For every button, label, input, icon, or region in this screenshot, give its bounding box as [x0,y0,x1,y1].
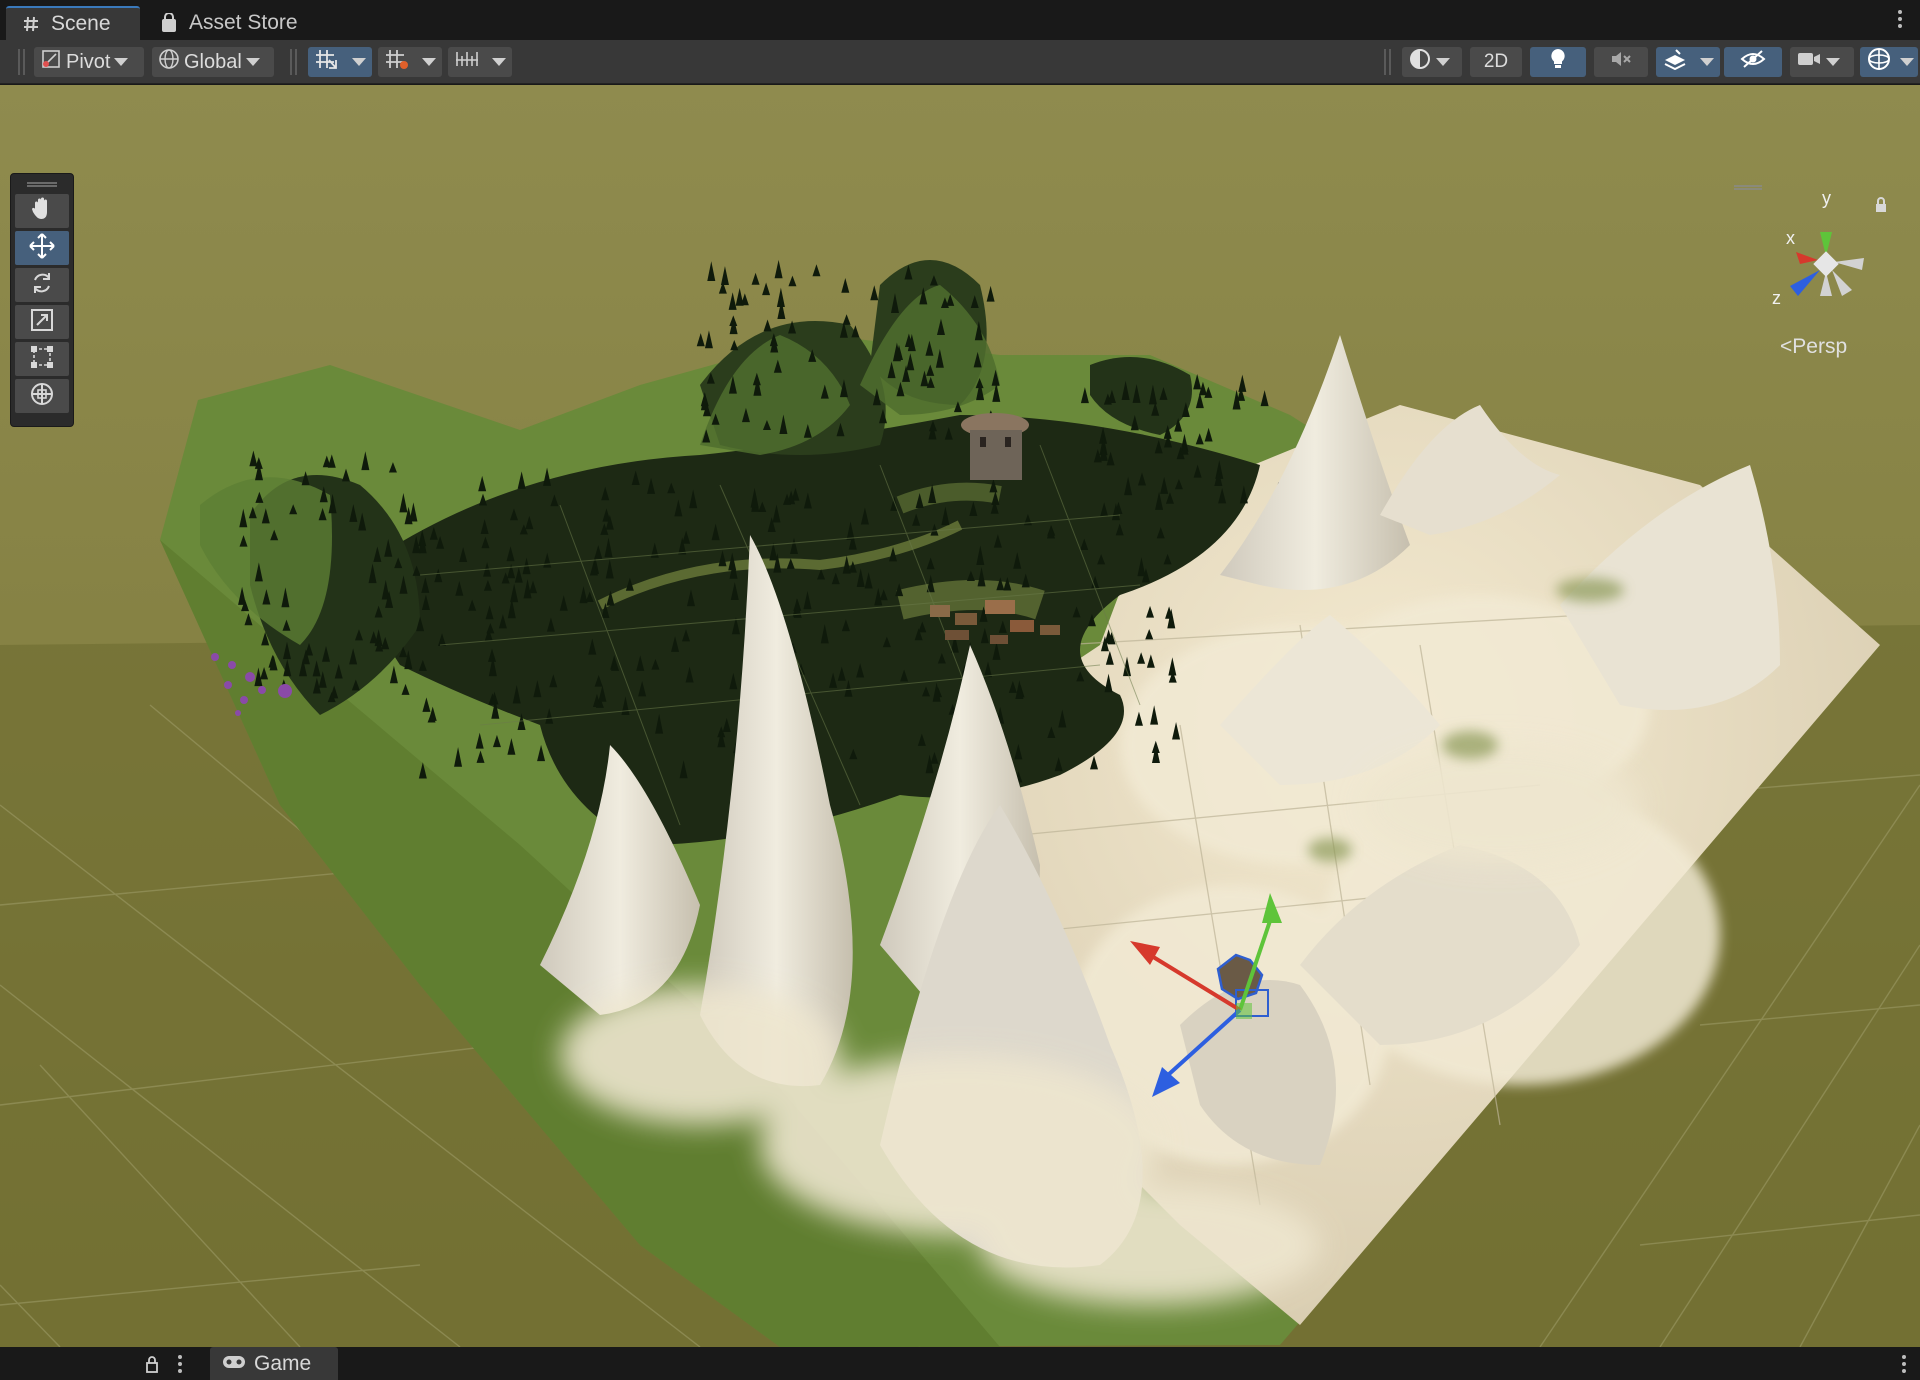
scene-visibility-icon [1739,48,1767,76]
shopping-bag-icon [158,12,180,34]
grid-icon [384,48,410,76]
tab-asset-store-label: Asset Store [189,11,298,34]
rect-transform-icon [29,344,55,375]
chevron-down-icon [1436,58,1450,66]
gizmos-dropdown[interactable] [1896,47,1918,77]
increment-snap-dropdown[interactable] [486,47,512,77]
gizmos-toggle[interactable] [1860,47,1898,77]
toolbar-grip[interactable] [1384,49,1391,75]
chevron-down-icon [422,58,436,66]
gizmo-y-label[interactable]: y [1822,188,1831,208]
increment-snap-toggle[interactable] [448,47,486,77]
scale-icon [29,307,55,338]
lighting-toggle[interactable] [1530,47,1586,77]
tab-game-label: Game [254,1351,312,1375]
gizmo-overlay-grip[interactable] [1734,185,1762,190]
grid-snapping-toggle[interactable] [308,47,346,77]
lighting-icon [1548,47,1568,77]
global-label: Global [184,50,242,73]
toolbar-grip[interactable] [18,49,25,75]
rotate-tool-button[interactable] [15,268,69,302]
tools-overlay-grip[interactable] [27,182,57,187]
scene-viewport[interactable]: y x z <Persp [0,85,1920,1347]
toolbar-grip[interactable] [290,49,297,75]
panel-options-kebab-icon[interactable] [178,1355,182,1373]
panel-options-kebab-icon[interactable] [1902,1355,1906,1373]
chevron-down-icon [352,58,366,66]
globe-icon [158,48,180,76]
chevron-down-icon [1700,58,1714,66]
editor-tab-bar: Scene Asset Store [0,0,1920,40]
hand-icon [29,196,55,227]
scale-tool-button[interactable] [15,305,69,339]
effects-dropdown[interactable] [1694,47,1720,77]
lock-icon[interactable] [145,1355,159,1378]
chevron-down-icon [492,58,506,66]
bottom-tab-bar: Game [0,1347,1920,1380]
scene-toolbar: Pivot Global 2D [0,40,1920,84]
gizmos-icon [1866,46,1892,78]
transform-tool-button[interactable] [15,379,69,413]
camera-settings-dropdown[interactable] [1790,47,1854,77]
increment-snap-icon [454,48,480,76]
pivot-icon [40,48,62,76]
chevron-down-icon [245,58,260,66]
view-tool-button[interactable] [15,194,69,228]
grid-visibility-dropdown[interactable] [416,47,442,77]
tab-game[interactable]: Game [210,1347,338,1380]
tab-scene[interactable]: Scene [6,6,140,40]
pivot-label: Pivot [66,50,111,73]
shading-mode-icon [1408,47,1432,77]
scene-hash-icon [20,13,42,35]
tab-options-kebab-icon[interactable] [1898,10,1906,32]
global-dropdown[interactable]: Global [152,47,274,77]
camera-icon [1796,49,1822,75]
audio-toggle[interactable] [1594,47,1648,77]
terrain-scene[interactable] [0,85,1920,1347]
watch-tower [961,413,1029,480]
snap-grid-icon [314,48,340,76]
shading-mode-dropdown[interactable] [1402,47,1462,77]
chevron-down-icon [1826,58,1840,66]
tab-asset-store[interactable]: Asset Store [144,6,314,40]
move-arrows-icon [28,232,56,265]
gizmo-z-label[interactable]: z [1772,288,1781,308]
projection-toggle[interactable]: <Persp [1780,335,1847,359]
audio-mute-icon [1609,48,1633,76]
rect-tool-button[interactable] [15,342,69,376]
transform-icon [28,380,56,413]
pivot-dropdown[interactable]: Pivot [34,47,144,77]
gizmo-x-label[interactable]: x [1786,228,1795,248]
rotate-icon [29,270,55,301]
projection-label: Persp [1792,335,1848,358]
chevron-down-icon [114,58,129,66]
grid-visibility-toggle[interactable] [378,47,416,77]
2d-mode-toggle[interactable]: 2D [1470,47,1522,77]
move-tool-button[interactable] [15,231,69,265]
2d-mode-label: 2D [1483,51,1509,72]
grid-snapping-dropdown[interactable] [346,47,372,77]
tools-overlay [10,173,74,427]
chevron-down-icon [1900,58,1914,66]
tab-scene-label: Scene [51,12,111,35]
chevron-left-icon: < [1780,335,1793,358]
xz-plane-handle[interactable] [1236,1003,1252,1019]
effects-toggle[interactable] [1656,47,1694,77]
scene-visibility-toggle[interactable] [1724,47,1782,77]
gamepad-icon [222,1352,246,1376]
effects-icon [1662,48,1688,76]
